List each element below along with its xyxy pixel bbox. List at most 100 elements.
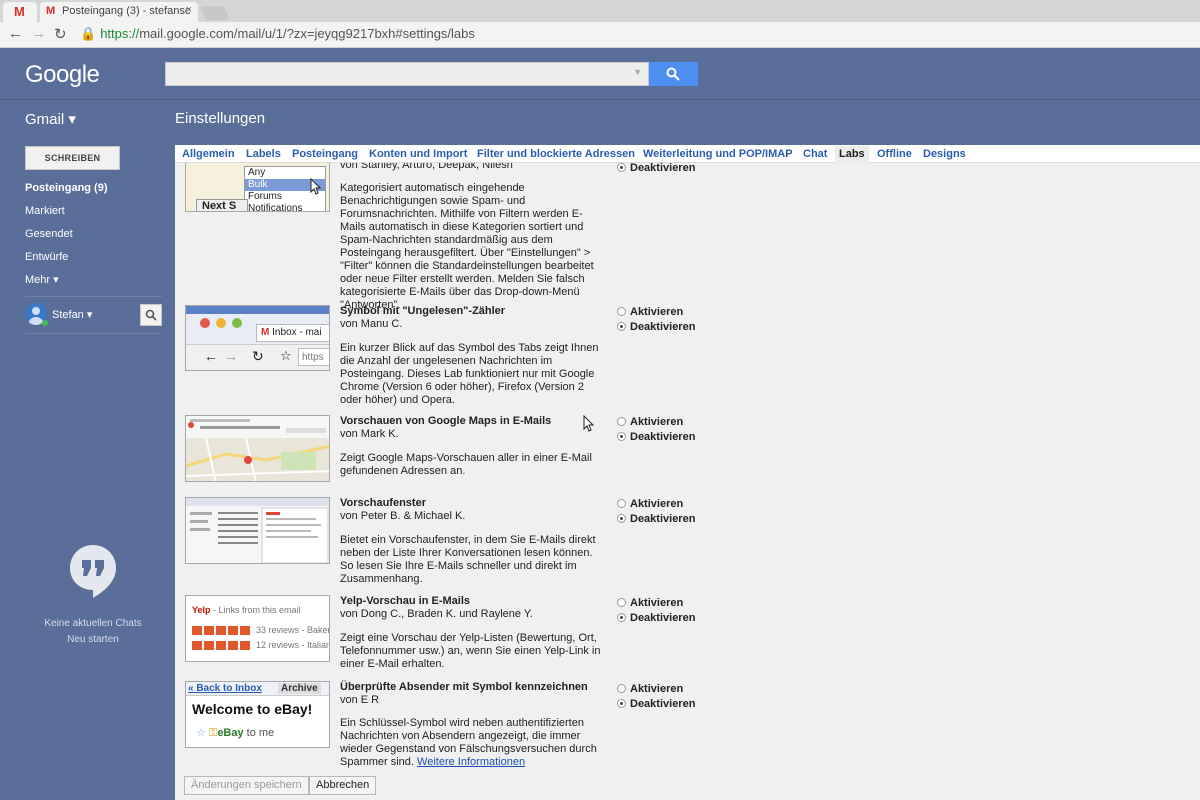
radio-enable[interactable]: Aktivieren	[617, 306, 683, 318]
compose-button[interactable]: SCHREIBEN	[25, 146, 120, 170]
lock-icon: 🔒	[80, 26, 97, 41]
pinned-tab-gmail[interactable]: M	[3, 2, 37, 22]
sidebar-item-inbox[interactable]: Posteingang (9)	[25, 182, 108, 194]
preview-pane-icon	[186, 498, 329, 563]
gmail-menu[interactable]: Gmail ▾	[25, 110, 76, 128]
sidebar-item-drafts[interactable]: Entwürfe	[25, 251, 68, 263]
back-arrow-icon[interactable]: ←	[8, 25, 23, 42]
sidebar-item-sent[interactable]: Gesendet	[25, 228, 73, 240]
dropdown-option: Notifications	[248, 203, 303, 212]
thumb-sender: eBay	[217, 727, 244, 739]
radio-selected[interactable]	[617, 163, 626, 172]
search-icon	[145, 309, 157, 321]
search-options-icon[interactable]: ▼	[633, 67, 642, 77]
radio-enable[interactable]: Aktivieren	[617, 498, 683, 510]
lab-author: von Manu C.	[340, 318, 403, 330]
radio-unselected[interactable]	[617, 598, 626, 607]
browser-tab-strip: M M Posteingang (3) - stefansc ×	[0, 0, 1200, 22]
search-icon	[666, 67, 680, 81]
lab-author: von E R	[340, 694, 380, 706]
radio-disable[interactable]: Deaktivieren	[617, 431, 695, 443]
radio-disable[interactable]: Deaktivieren	[617, 612, 695, 624]
no-chats-text: Keine aktuellen Chats	[44, 618, 142, 629]
thumb-next-button: Next S	[196, 199, 248, 211]
radio-disable[interactable]: Deaktivieren	[617, 162, 695, 174]
tab-inbox[interactable]: Posteingang	[292, 148, 358, 160]
star-rating-icon	[192, 626, 250, 635]
online-status-icon	[42, 320, 48, 326]
radio-enable[interactable]: Aktivieren	[617, 416, 683, 428]
lab-thumbnail: Yelp - Links from this email 33 reviews …	[185, 595, 330, 662]
radio-unselected[interactable]	[617, 684, 626, 693]
page-title: Einstellungen	[175, 110, 266, 127]
tab-labels[interactable]: Labels	[246, 148, 281, 160]
settings-panel: Allgemein Labels Posteingang Konten und …	[175, 145, 1200, 800]
lab-title: Überprüfte Absender mit Symbol kennzeich…	[340, 681, 588, 693]
user-name[interactable]: Stefan ▾	[52, 308, 92, 321]
tab-filters[interactable]: Filter und blockierte Adressen	[477, 148, 635, 160]
google-header: Google ▼	[0, 48, 1200, 100]
google-logo[interactable]: Google	[25, 61, 100, 89]
tab-accounts[interactable]: Konten und Import	[369, 148, 467, 160]
sidebar-item-more[interactable]: Mehr ▾	[25, 273, 59, 286]
more-info-link[interactable]: Weitere Informationen	[417, 756, 525, 768]
radio-selected[interactable]	[617, 322, 626, 331]
yelp-brand: Yelp	[192, 605, 211, 615]
browser-tab-active[interactable]: M Posteingang (3) - stefansc ×	[40, 2, 198, 22]
lab-title: Vorschaufenster	[340, 497, 426, 509]
lab-description: Ein kurzer Blick auf das Symbol des Tabs…	[340, 342, 599, 406]
radio-selected[interactable]	[617, 613, 626, 622]
address-bar[interactable]: 🔒 https://mail.google.com/mail/u/1/?zx=je…	[80, 26, 475, 42]
thumb-tab-label: Inbox - mai	[272, 327, 322, 338]
lab-thumbnail: « Back to Inbox Archive Welcome to eBay!…	[185, 681, 330, 748]
new-tab-button[interactable]	[200, 6, 230, 20]
hangouts-icon	[70, 545, 116, 598]
tab-labs[interactable]: Labs	[835, 146, 869, 163]
radio-unselected[interactable]	[617, 307, 626, 316]
yelp-reviews: 33 reviews - Baker	[256, 625, 330, 635]
gmail-favicon-icon: M	[46, 5, 56, 17]
radio-selected[interactable]	[617, 514, 626, 523]
search-button[interactable]	[649, 62, 698, 86]
radio-selected[interactable]	[617, 432, 626, 441]
lab-description: Zeigt Google Maps-Vorschauen aller in ei…	[340, 452, 592, 477]
tab-forwarding[interactable]: Weiterleitung und POP/IMAP	[643, 148, 793, 160]
map-preview-icon	[186, 416, 329, 481]
sidebar-item-starred[interactable]: Markiert	[25, 205, 65, 217]
chat-search-button[interactable]	[140, 304, 162, 326]
thumb-archive-button: Archive	[278, 683, 321, 694]
url-scheme: https://	[100, 26, 140, 41]
radio-selected[interactable]	[617, 699, 626, 708]
tab-general[interactable]: Allgemein	[182, 148, 235, 160]
tab-offline[interactable]: Offline	[877, 148, 912, 160]
lab-thumbnail	[185, 415, 330, 482]
radio-disable[interactable]: Deaktivieren	[617, 698, 695, 710]
cancel-button[interactable]: Abbrechen	[309, 776, 377, 795]
browser-toolbar: ← → ↻ 🔒 https://mail.google.com/mail/u/1/…	[0, 22, 1200, 48]
restart-chats-link[interactable]: Neu starten	[0, 634, 186, 645]
lab-description: Bietet ein Vorschaufenster, in dem Sie E…	[340, 534, 596, 585]
forward-arrow-icon[interactable]: →	[31, 25, 46, 42]
thumb-url: https	[298, 348, 329, 366]
radio-unselected[interactable]	[617, 417, 626, 426]
star-rating-icon	[192, 641, 250, 650]
search-input[interactable]: ▼	[165, 62, 649, 86]
radio-disable[interactable]: Deaktivieren	[617, 513, 695, 525]
close-tab-icon[interactable]: ×	[186, 4, 192, 16]
thumb-to-me: to me	[243, 727, 275, 739]
save-changes-button[interactable]: Änderungen speichern	[184, 776, 309, 795]
lab-title: Vorschauen von Google Maps in E-Mails	[340, 415, 552, 427]
yelp-subtitle: - Links from this email	[210, 605, 301, 615]
lab-description: Kategorisiert automatisch eingehende Ben…	[340, 182, 594, 311]
radio-enable[interactable]: Aktivieren	[617, 597, 683, 609]
reload-icon[interactable]: ↻	[54, 25, 67, 43]
lab-description: Ein Schlüssel-Symbol wird neben authenti…	[340, 717, 597, 768]
radio-unselected[interactable]	[617, 499, 626, 508]
lab-author: von Dong C., Braden K. und Raylene Y.	[340, 608, 533, 620]
url-text: mail.google.com/mail/u/1/?zx=jeyqg9217bx…	[139, 26, 475, 41]
radio-enable[interactable]: Aktivieren	[617, 683, 683, 695]
radio-disable[interactable]: Deaktivieren	[617, 321, 695, 333]
tab-chat[interactable]: Chat	[803, 148, 827, 160]
tab-themes[interactable]: Designs	[923, 148, 966, 160]
mouse-cursor-icon	[583, 415, 595, 432]
